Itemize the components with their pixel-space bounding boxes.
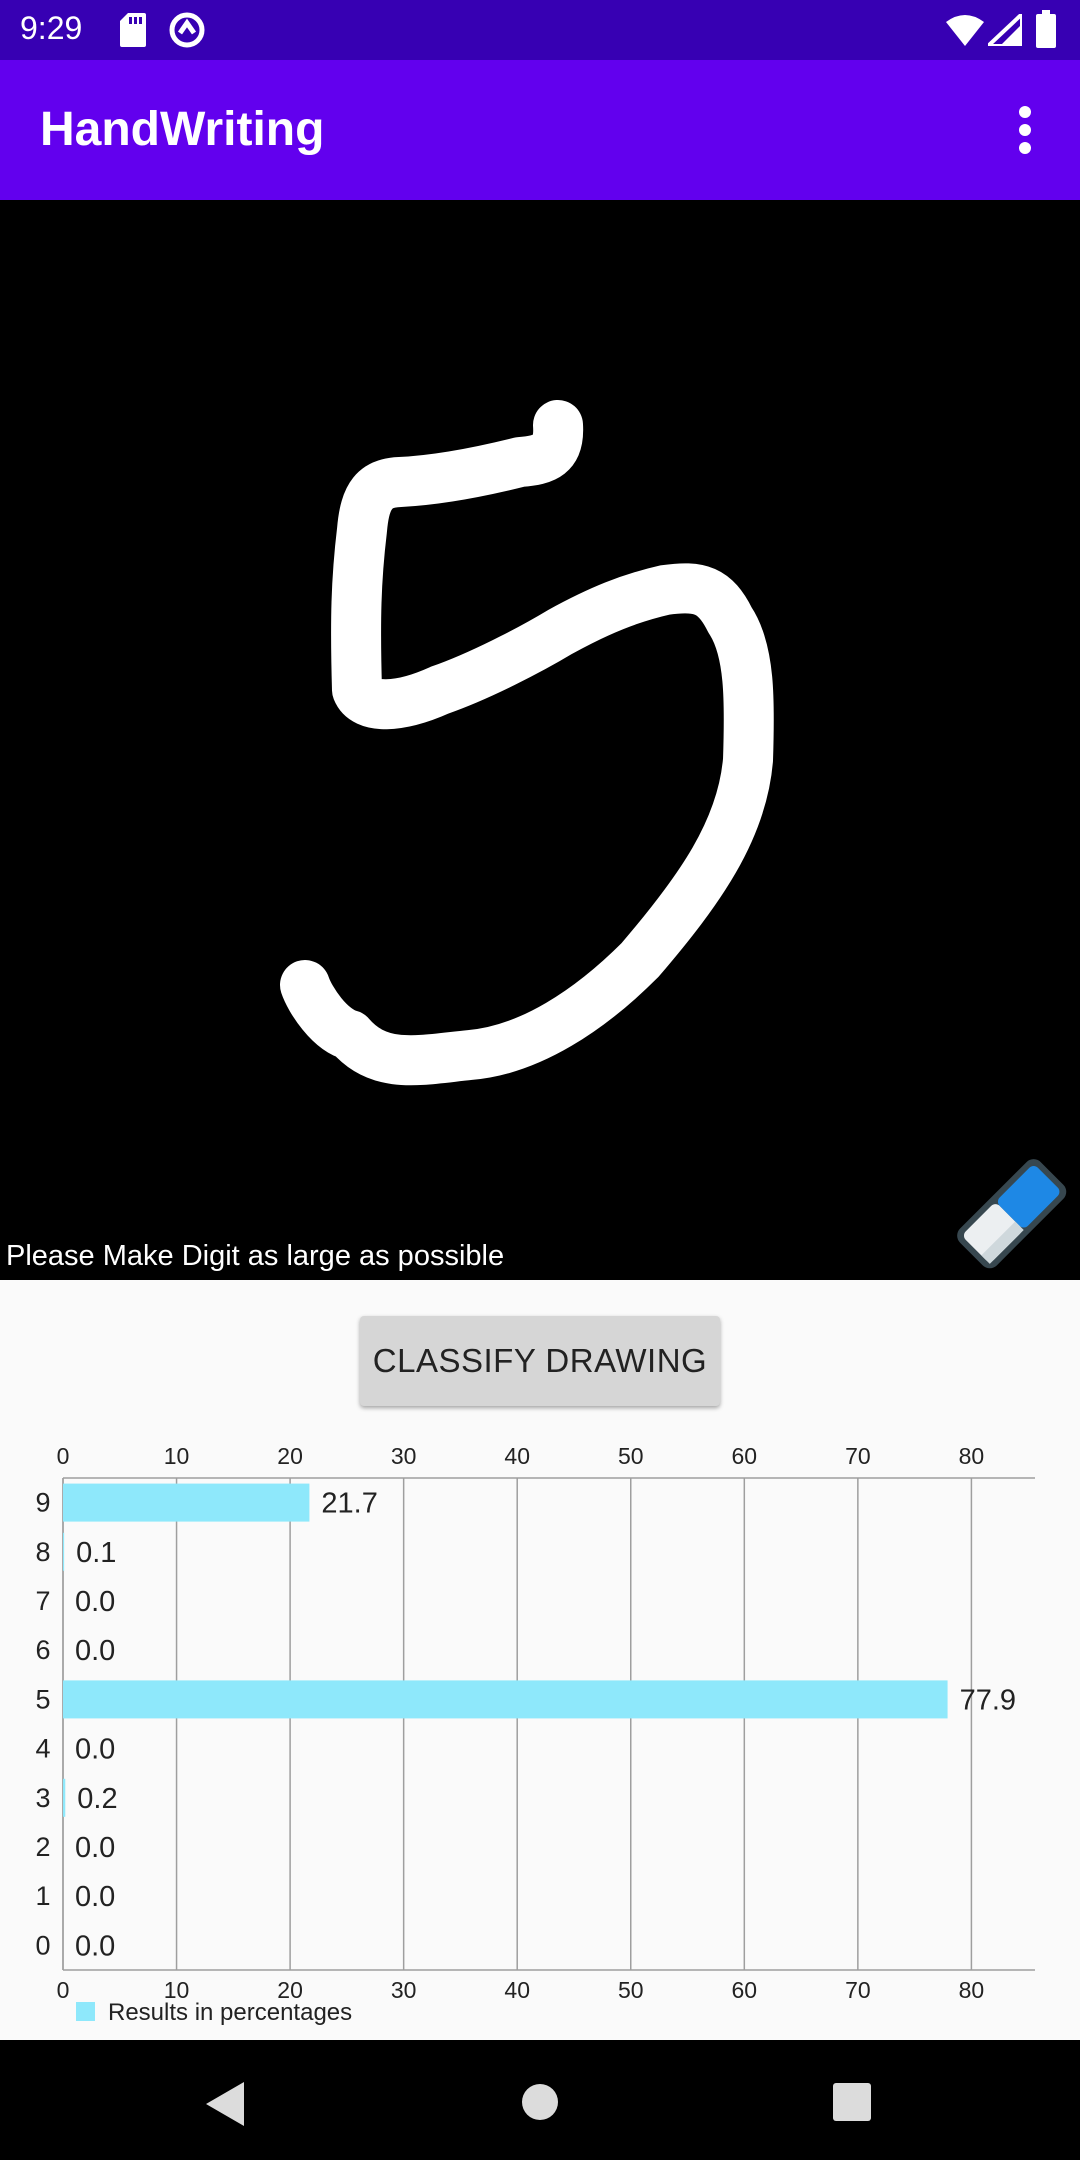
recents-icon[interactable] <box>832 2082 872 2127</box>
back-icon[interactable] <box>206 2082 246 2131</box>
x-tick-label-bottom: 0 <box>57 1977 70 2003</box>
x-tick-label-bottom: 80 <box>959 1977 985 2003</box>
x-tick-label-bottom: 50 <box>618 1977 644 2003</box>
more-vert-icon[interactable] <box>1010 104 1040 156</box>
home-icon[interactable] <box>520 2082 560 2127</box>
x-tick-label-top: 20 <box>277 1443 303 1469</box>
legend-swatch <box>76 2002 95 2021</box>
x-tick-label-top: 80 <box>959 1443 985 1469</box>
app-bar: HandWriting <box>0 60 1080 200</box>
sd-card-icon <box>120 13 146 52</box>
y-category-label: 7 <box>35 1586 50 1616</box>
bar <box>63 1680 948 1719</box>
x-tick-label-bottom: 40 <box>504 1977 530 2003</box>
y-category-label: 4 <box>35 1734 50 1764</box>
legend-label: Results in percentages <box>108 1999 352 2026</box>
bar-value-label: 0.0 <box>75 1734 115 1766</box>
bar <box>63 1483 310 1522</box>
x-tick-label-bottom: 60 <box>732 1977 758 2003</box>
classify-drawing-button[interactable]: CLASSIFY DRAWING <box>360 1316 720 1406</box>
y-category-label: 8 <box>35 1537 50 1567</box>
drawn-digit-stroke <box>280 400 774 1086</box>
y-category-label: 5 <box>35 1684 50 1714</box>
sync-icon <box>168 11 206 54</box>
x-tick-label-bottom: 70 <box>845 1977 871 2003</box>
results-bar-chart: 00101020203030404050506060707080809 21.78… <box>35 1443 1035 2026</box>
eraser-icon[interactable] <box>948 1150 1074 1281</box>
x-tick-label-top: 10 <box>164 1443 190 1469</box>
x-tick-label-top: 60 <box>732 1443 758 1469</box>
x-tick-label-bottom: 30 <box>391 1977 417 2003</box>
y-category-label: 1 <box>35 1881 50 1911</box>
cell-signal-icon <box>982 9 1024 51</box>
status-time: 9:29 <box>20 10 83 46</box>
bar-value-label: 0.0 <box>75 1635 115 1667</box>
bar-value-label: 0.0 <box>75 1586 115 1618</box>
bar-value-label: 21.7 <box>321 1488 377 1520</box>
bar-value-label: 77.9 <box>960 1684 1016 1716</box>
bar <box>63 1532 65 1571</box>
drawing-canvas[interactable]: Please Make Digit as large as possible <box>0 200 1080 1280</box>
x-tick-label-top: 0 <box>57 1443 70 1469</box>
bar-value-label: 0.0 <box>75 1930 115 1962</box>
bar-value-label: 0.1 <box>76 1537 116 1569</box>
y-category-label: 2 <box>35 1832 50 1862</box>
x-tick-label-top: 40 <box>504 1443 530 1469</box>
x-tick-label-top: 50 <box>618 1443 644 1469</box>
y-category-label: 9 <box>35 1488 50 1518</box>
wifi-icon <box>946 14 984 51</box>
bar-value-label: 0.2 <box>77 1783 117 1815</box>
bar-value-label: 0.0 <box>75 1881 115 1913</box>
navigation-bar <box>0 2040 1080 2160</box>
y-category-label: 0 <box>35 1930 50 1960</box>
canvas-hint: Please Make Digit as large as possible <box>6 1240 505 1272</box>
status-bar: 9:29 <box>0 0 1080 60</box>
bar-value-label: 0.0 <box>75 1832 115 1864</box>
battery-icon <box>1036 10 1056 53</box>
app-title: HandWriting <box>40 103 325 156</box>
y-category-label: 3 <box>35 1783 50 1813</box>
y-category-label: 6 <box>35 1635 50 1665</box>
x-tick-label-top: 70 <box>845 1443 871 1469</box>
x-tick-label-top: 30 <box>391 1443 417 1469</box>
bar <box>63 1778 66 1817</box>
